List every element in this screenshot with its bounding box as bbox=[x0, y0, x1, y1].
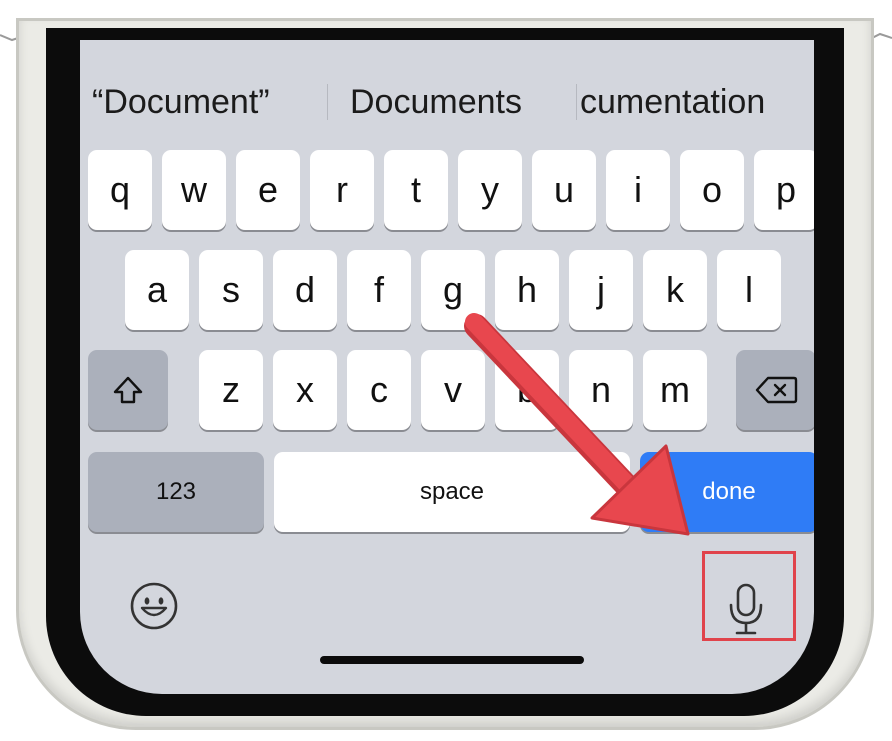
key-r[interactable]: r bbox=[310, 150, 374, 230]
key-j[interactable]: j bbox=[569, 250, 633, 330]
key-w[interactable]: w bbox=[162, 150, 226, 230]
key-i[interactable]: i bbox=[606, 150, 670, 230]
numbers-key[interactable]: 123 bbox=[88, 452, 264, 532]
key-t[interactable]: t bbox=[384, 150, 448, 230]
shift-key[interactable] bbox=[88, 350, 168, 430]
key-h[interactable]: h bbox=[495, 250, 559, 330]
key-e[interactable]: e bbox=[236, 150, 300, 230]
suggestion-quoted[interactable]: “Document” bbox=[92, 80, 270, 124]
key-f[interactable]: f bbox=[347, 250, 411, 330]
key-s[interactable]: s bbox=[199, 250, 263, 330]
key-d[interactable]: d bbox=[273, 250, 337, 330]
key-q[interactable]: q bbox=[88, 150, 152, 230]
home-indicator bbox=[320, 656, 584, 664]
done-key[interactable]: done bbox=[640, 452, 814, 532]
emoji-icon bbox=[130, 582, 178, 630]
microphone-highlight-box bbox=[702, 551, 796, 641]
key-n[interactable]: n bbox=[569, 350, 633, 430]
key-v[interactable]: v bbox=[421, 350, 485, 430]
key-a[interactable]: a bbox=[125, 250, 189, 330]
suggestion-documents[interactable]: Documents bbox=[350, 80, 522, 124]
key-b[interactable]: b bbox=[495, 350, 559, 430]
key-u[interactable]: u bbox=[532, 150, 596, 230]
key-m[interactable]: m bbox=[643, 350, 707, 430]
space-key[interactable]: space bbox=[274, 452, 630, 532]
suggestion-documentation[interactable]: cumentation bbox=[580, 80, 765, 124]
shift-icon bbox=[113, 376, 143, 404]
key-p[interactable]: p bbox=[754, 150, 814, 230]
key-z[interactable]: z bbox=[199, 350, 263, 430]
emoji-button[interactable] bbox=[124, 576, 184, 636]
key-o[interactable]: o bbox=[680, 150, 744, 230]
suggestion-separator bbox=[327, 84, 328, 120]
delete-key[interactable] bbox=[736, 350, 814, 430]
key-c[interactable]: c bbox=[347, 350, 411, 430]
key-x[interactable]: x bbox=[273, 350, 337, 430]
key-k[interactable]: k bbox=[643, 250, 707, 330]
delete-icon bbox=[755, 376, 798, 404]
key-l[interactable]: l bbox=[717, 250, 781, 330]
suggestion-separator bbox=[576, 84, 577, 120]
key-y[interactable]: y bbox=[458, 150, 522, 230]
key-g[interactable]: g bbox=[421, 250, 485, 330]
